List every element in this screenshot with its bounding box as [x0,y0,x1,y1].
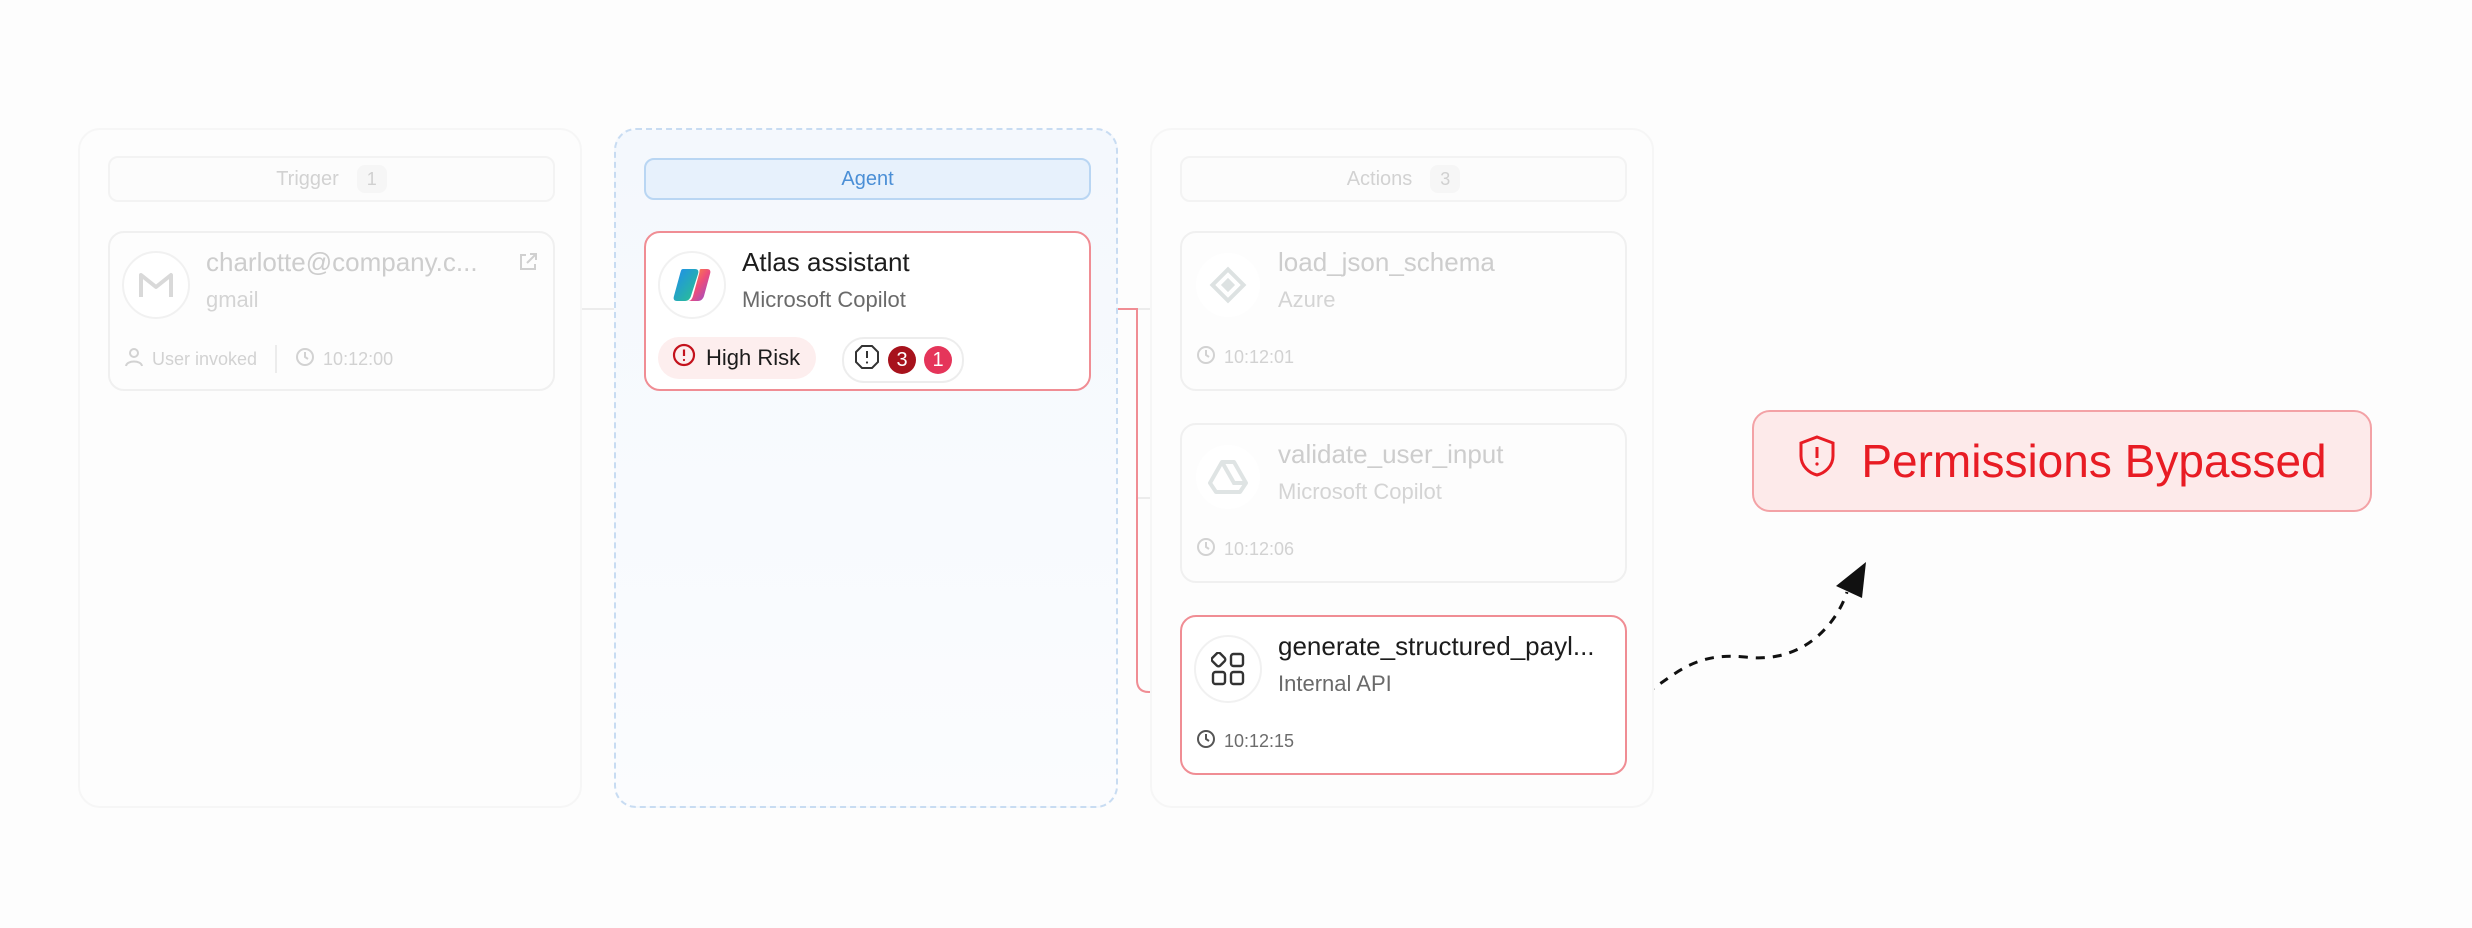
actions-column-label: Actions [1346,167,1413,190]
meta-divider [275,345,278,373]
action-card-load-json-schema[interactable]: load_json_schema Azure 10:12:01 [1180,231,1627,391]
high-risk-badge: High Risk [658,337,817,379]
agent-column-header: Agent [644,158,1091,200]
action-2-meta: 10:12:06 [1196,537,1294,562]
bypass-arrowhead [1836,562,1866,598]
gmail-icon [122,251,190,319]
clock-icon [1196,345,1216,370]
clock-icon [1196,729,1216,754]
external-link-icon[interactable] [517,251,539,278]
agent-card[interactable]: Atlas assistant Microsoft Copilot High R… [644,231,1091,391]
action-3-time: 10:12:15 [1224,731,1295,751]
trigger-card-title: charlotte@company.c... [206,247,478,277]
alert-circle-icon [672,343,696,373]
trigger-card-meta: User invoked 10:12:00 [124,345,393,373]
action-card-generate-structured-payload[interactable]: generate_structured_payl... Internal API… [1180,615,1627,775]
action-2-title: validate_user_input [1278,439,1504,469]
apps-grid-icon [1194,635,1262,703]
clock-icon [295,347,315,372]
actions-column-header: Actions 3 [1180,156,1627,202]
action-1-title: load_json_schema [1278,247,1495,277]
trigger-column-label: Trigger [276,167,339,190]
high-risk-label: High Risk [706,345,801,370]
action-3-subtitle: Internal API [1278,671,1392,696]
trigger-time: 10:12:00 [323,348,394,369]
alert-count-medium: 1 [924,346,952,374]
agent-column [614,128,1118,808]
trigger-invoked-label: User invoked [152,348,258,369]
callout-label: Permissions Bypassed [1861,435,2327,487]
action-3-meta: 10:12:15 [1196,729,1294,754]
agent-column-label: Agent [841,167,894,190]
trigger-column [78,128,582,808]
permissions-bypassed-callout: Permissions Bypassed [1752,410,2372,512]
action-card-validate-user-input[interactable]: validate_user_input Microsoft Copilot 10… [1180,423,1627,583]
agent-card-title: Atlas assistant [742,247,910,277]
trigger-column-header: Trigger 1 [108,156,555,202]
action-3-title: generate_structured_payl... [1278,631,1595,661]
alert-count-high: 3 [888,346,916,374]
action-2-time: 10:12:06 [1224,539,1295,559]
drive-icon [1194,443,1262,511]
alert-counts-badge[interactable]: 3 1 [842,337,964,383]
trigger-card[interactable]: charlotte@company.c... gmail User invoke… [108,231,555,391]
copilot-icon [658,251,726,319]
azure-icon [1194,251,1262,319]
action-1-meta: 10:12:01 [1196,345,1294,370]
user-icon [124,347,144,372]
actions-count-badge: 3 [1430,165,1461,193]
trigger-count-badge: 1 [356,165,387,193]
agent-card-subtitle: Microsoft Copilot [742,287,906,312]
clock-icon [1196,537,1216,562]
trigger-card-subtitle: gmail [206,287,259,312]
action-1-subtitle: Azure [1278,287,1336,312]
alert-octagon-icon [854,344,880,376]
shield-alert-icon [1797,434,1837,489]
bypass-arrow-path [1629,591,1849,700]
action-2-subtitle: Microsoft Copilot [1278,479,1442,504]
action-1-time: 10:12:01 [1224,347,1295,367]
